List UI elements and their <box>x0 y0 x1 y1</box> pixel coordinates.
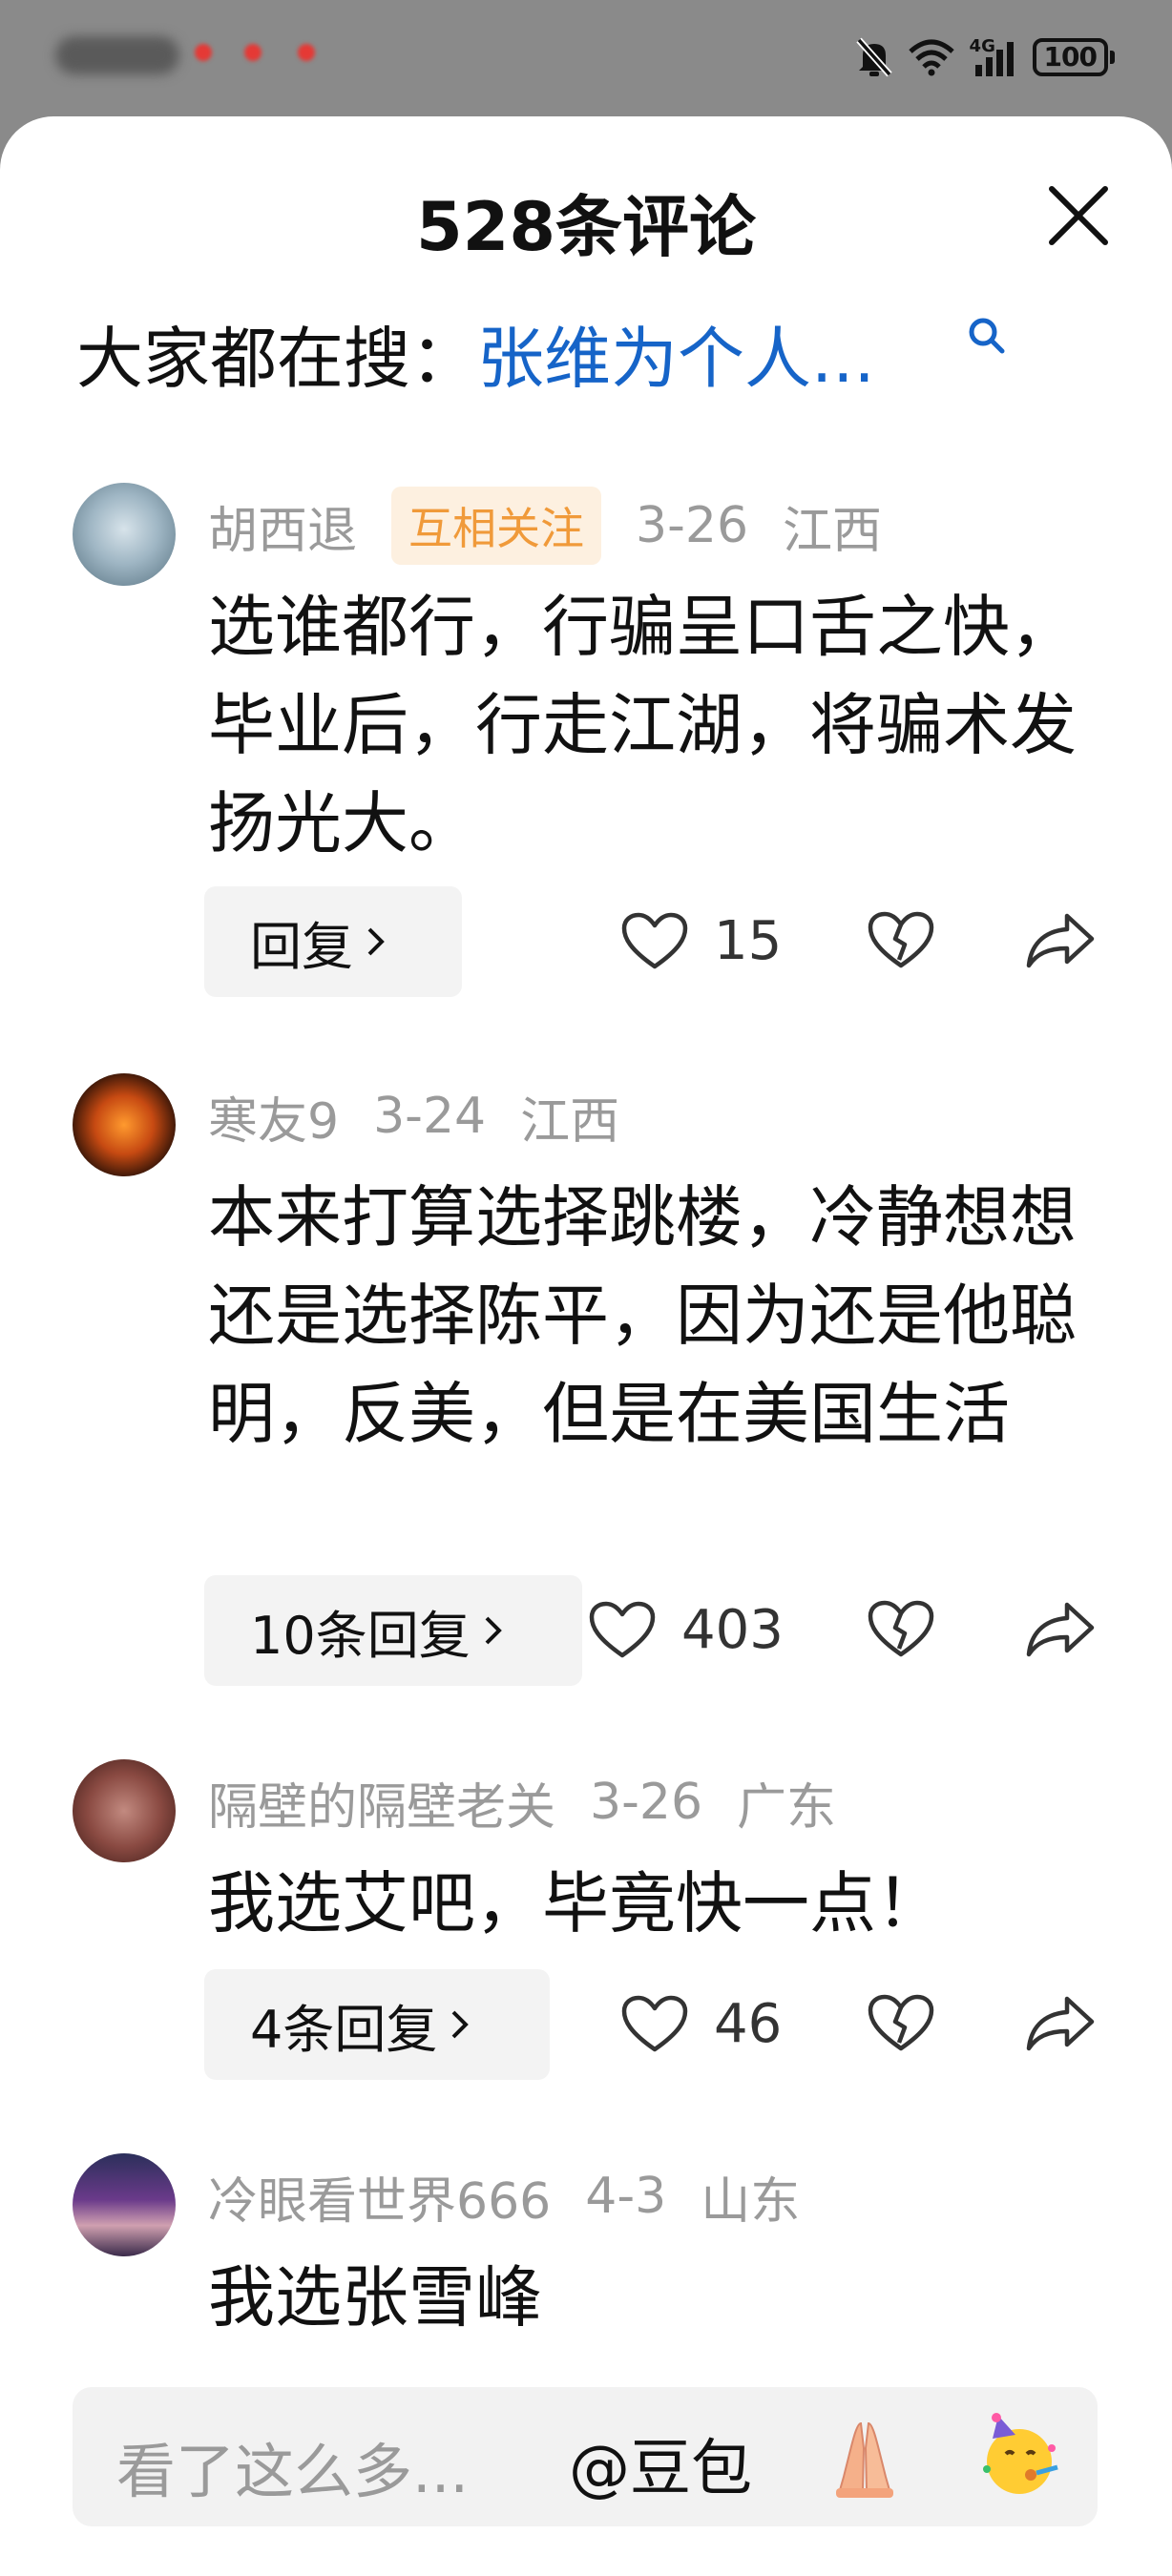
share-arrow-icon[interactable] <box>1025 1601 1096 1658</box>
reply-button[interactable]: 10条回复 <box>204 1575 582 1686</box>
close-icon[interactable] <box>1040 177 1117 254</box>
dislike-broken-heart-icon[interactable] <box>867 1599 935 1660</box>
heart-icon <box>589 1601 656 1657</box>
comment-date: 3-26 <box>636 497 749 554</box>
battery-indicator: 100 <box>1032 38 1108 76</box>
username[interactable]: 冷眼看世界666 <box>208 2161 551 2233</box>
mention-doubao-button[interactable]: @豆包 <box>569 2420 752 2507</box>
comment-location: 江西 <box>520 1092 620 1151</box>
avatar[interactable] <box>73 1759 176 1862</box>
comment-meta: 寒友9 3-24 江西 <box>208 1073 654 1159</box>
notification-dot <box>298 44 315 61</box>
like-count: 403 <box>681 1599 784 1661</box>
search-keyword[interactable]: 张维为个人... <box>477 320 875 398</box>
reply-label: 回复 <box>250 916 353 977</box>
wifi-icon <box>908 39 954 76</box>
network-type: 4G <box>969 36 995 56</box>
like-count: 15 <box>714 910 783 972</box>
like-button[interactable]: 46 <box>620 1993 782 2055</box>
party-face-icon[interactable] <box>973 2410 1065 2502</box>
dislike-broken-heart-icon[interactable] <box>867 1993 935 2054</box>
notification-dot <box>195 44 212 61</box>
avatar[interactable] <box>73 2153 176 2256</box>
comment-sheet: 528条评论 大家都在搜：张维为个人... 胡西退 互相关注 3-26 江西 选… <box>0 116 1172 2576</box>
comment-text: 我选艾吧，毕竟快一点！ <box>208 1864 943 1942</box>
trending-search[interactable]: 大家都在搜：张维为个人... <box>76 305 875 402</box>
reply-label: 10条回复 <box>250 1605 471 1666</box>
mutual-follow-badge: 互相关注 <box>391 487 602 565</box>
battery-tip <box>1110 51 1115 64</box>
like-button[interactable]: 403 <box>588 1599 784 1661</box>
comment-location: 江西 <box>783 502 883 560</box>
comment-input-bar[interactable]: 看了这么多... @豆包 <box>73 2387 1098 2526</box>
comment-date: 4-3 <box>585 2168 667 2225</box>
blurred-carrier <box>55 36 179 74</box>
comment-count-title: 528条评论 <box>415 188 757 266</box>
username[interactable]: 隔壁的隔壁老关 <box>208 1767 555 1839</box>
comment-text: 选谁都行，行骗呈口舌之快，毕业后，行走江湖，将骗术发扬光大。 <box>208 588 1077 862</box>
chevron-right-icon <box>485 1616 502 1645</box>
heart-icon <box>621 912 688 968</box>
comment-date: 3-24 <box>373 1088 487 1145</box>
like-button[interactable]: 15 <box>620 910 782 972</box>
username[interactable]: 胡西退 <box>208 490 357 562</box>
pray-hands-icon[interactable] <box>819 2410 910 2502</box>
mute-bell-icon <box>855 37 892 77</box>
comment-date: 3-26 <box>590 1774 703 1831</box>
comment-meta: 胡西退 互相关注 3-26 江西 <box>208 483 916 569</box>
dislike-broken-heart-icon[interactable] <box>867 910 935 971</box>
comment-text: 本来打算选择跳楼，冷静想想还是选择陈平，因为还是他聪明，反美，但是在美国生活 <box>208 1178 1077 1453</box>
comment-meta: 隔壁的隔壁老关 3-26 广东 <box>208 1759 870 1845</box>
share-arrow-icon[interactable] <box>1025 912 1096 969</box>
comment-input-placeholder[interactable]: 看了这么多... <box>116 2423 469 2509</box>
chevron-right-icon <box>367 927 385 956</box>
username[interactable]: 寒友9 <box>208 1081 339 1153</box>
share-arrow-icon[interactable] <box>1025 1995 1096 2052</box>
comment-location: 广东 <box>737 1778 837 1837</box>
reply-button[interactable]: 回复 <box>204 886 462 997</box>
comment-text: 我选张雪峰 <box>208 2258 542 2337</box>
comment-location: 山东 <box>701 2172 801 2231</box>
like-count: 46 <box>714 1993 783 2055</box>
avatar[interactable] <box>73 1073 176 1176</box>
comment-meta: 冷眼看世界666 4-3 山东 <box>208 2153 834 2239</box>
chevron-right-icon <box>451 2010 470 2039</box>
status-icons: 4G 100 <box>855 34 1115 80</box>
search-prefix: 大家都在搜： <box>76 320 477 398</box>
notification-dot <box>244 44 262 61</box>
search-icon[interactable] <box>966 315 1008 357</box>
reply-label: 4条回复 <box>250 1999 438 2060</box>
heart-icon <box>621 1995 688 2051</box>
avatar[interactable] <box>73 483 176 586</box>
reply-button[interactable]: 4条回复 <box>204 1969 550 2080</box>
signal-4g-icon: 4G <box>970 36 1019 78</box>
status-bar: 4G 100 <box>0 0 1172 114</box>
